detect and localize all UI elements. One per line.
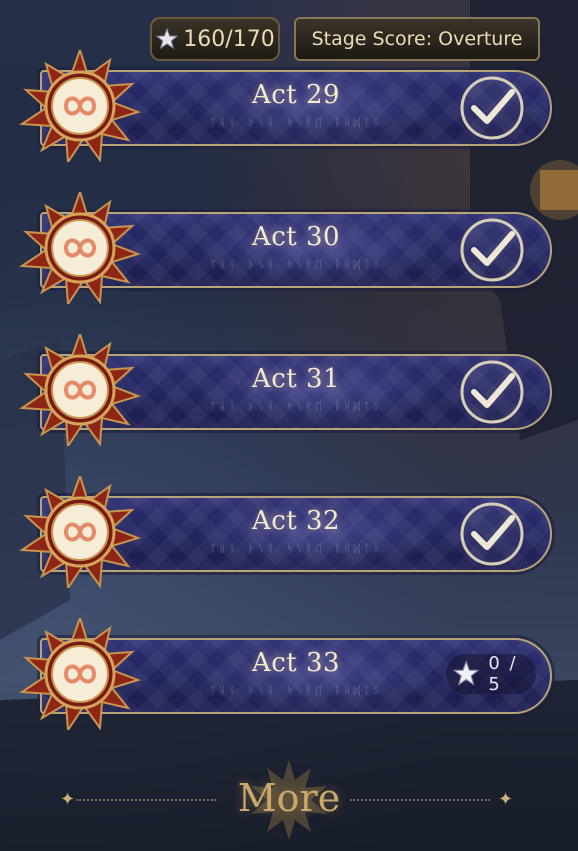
sun-emblem-icon [18, 334, 142, 446]
checkmark-icon [460, 218, 524, 282]
sun-emblem-icon [18, 192, 142, 304]
star-icon [452, 660, 480, 686]
act-item-30[interactable]: Act 30 ᛉᚺᚾ ᚦᛊᚺ ᛋᛊᛒᛖ ᚱᚺᛞᛏᛟ [12, 192, 558, 304]
act-list: Act 29 ᛉᚺᚾ ᚦᛊᚺ ᛋᛊᛒᛖ ᚱᚺᛞᛏᛟ Act 30 ᛉᚺᚾ ᚦᛊᚺ… [0, 0, 578, 851]
checkmark-icon [460, 360, 524, 424]
more-label: More [237, 776, 341, 820]
more-button[interactable]: ✦ ✦ More [0, 758, 578, 842]
act-item-29[interactable]: Act 29 ᛉᚺᚾ ᚦᛊᚺ ᛋᛊᛒᛖ ᚱᚺᛞᛏᛟ [12, 50, 558, 162]
sun-emblem-icon [18, 476, 142, 588]
act-item-31[interactable]: Act 31 ᛉᚺᚾ ᚦᛊᚺ ᛋᛊᛒᛖ ᚱᚺᛞᛏᛟ [12, 334, 558, 446]
checkmark-icon [460, 76, 524, 140]
star-progress-badge: 0 / 5 [446, 653, 536, 695]
checkmark-icon [460, 502, 524, 566]
sun-emblem-icon [18, 50, 142, 162]
star-progress-text: 0 / 5 [488, 653, 518, 695]
act-item-33[interactable]: Act 33 ᛉᚺᚾ ᚦᛊᚺ ᛋᛊᛒᛖ ᚱᚺᛞᛏᛟ 0 / 5 [12, 618, 558, 730]
sun-emblem-icon [18, 618, 142, 730]
act-item-32[interactable]: Act 32 ᛉᚺᚾ ᚦᛊᚺ ᛋᛊᛒᛖ ᚱᚺᛞᛏᛟ [12, 476, 558, 588]
